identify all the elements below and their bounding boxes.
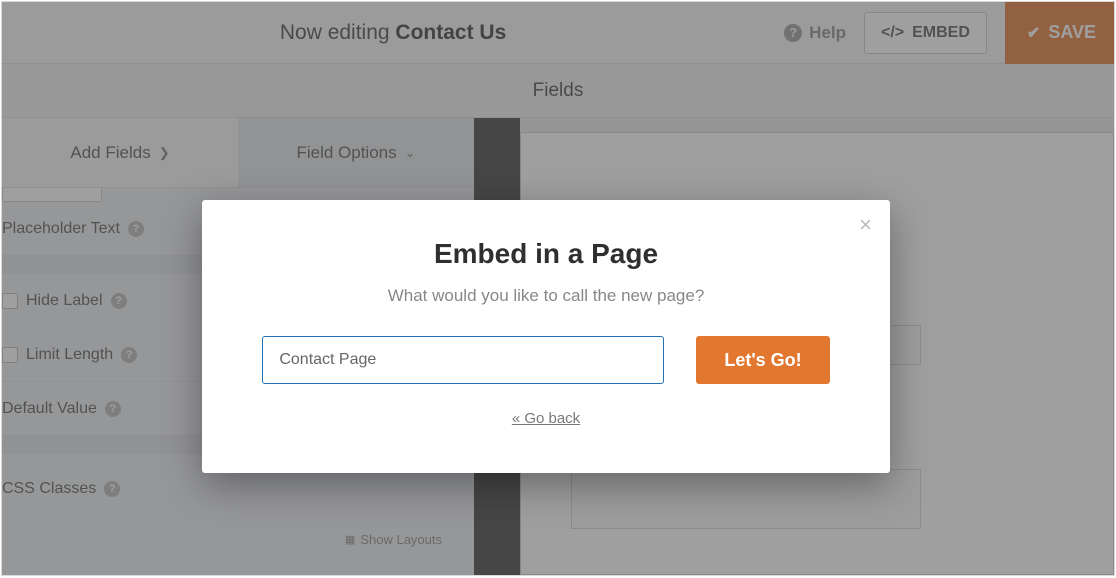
modal-title: Embed in a Page: [260, 238, 832, 270]
go-back-link[interactable]: « Go back: [260, 410, 832, 427]
modal-subtitle: What would you like to call the new page…: [260, 286, 832, 306]
modal-input-row: Let's Go!: [260, 336, 832, 384]
lets-go-button[interactable]: Let's Go!: [696, 336, 829, 384]
page-name-input[interactable]: [262, 336, 664, 384]
embed-modal: × Embed in a Page What would you like to…: [202, 200, 890, 473]
close-icon[interactable]: ×: [859, 212, 872, 238]
